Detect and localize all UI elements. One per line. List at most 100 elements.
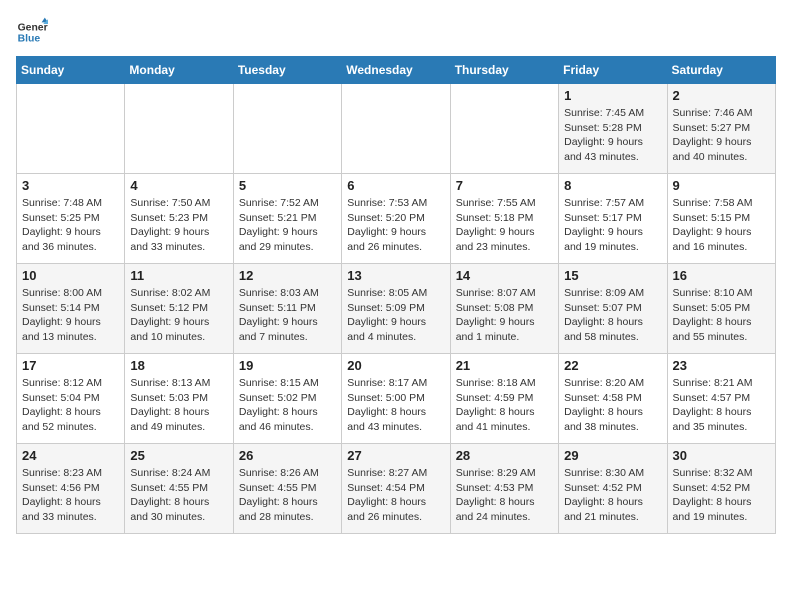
day-info: Sunrise: 8:18 AM Sunset: 4:59 PM Dayligh… [456, 376, 553, 435]
day-cell: 27 Sunrise: 8:27 AM Sunset: 4:54 PM Dayli… [342, 444, 450, 534]
day-cell: 30Sunrise: 8:32 AM Sunset: 4:52 PM Dayli… [667, 444, 775, 534]
day-cell [342, 84, 450, 174]
day-info: Sunrise: 7:46 AM Sunset: 5:27 PM Dayligh… [673, 106, 770, 165]
day-info: Sunrise: 8:27 AM Sunset: 4:54 PM Dayligh… [347, 466, 444, 525]
day-number: 22 [564, 358, 661, 373]
day-header-sunday: Sunday [17, 57, 125, 84]
day-cell: 4 Sunrise: 7:50 AM Sunset: 5:23 PM Daylig… [125, 174, 233, 264]
day-number: 24 [22, 448, 119, 463]
day-number: 14 [456, 268, 553, 283]
logo: General Blue [16, 16, 48, 48]
day-cell: 8 Sunrise: 7:57 AM Sunset: 5:17 PM Daylig… [559, 174, 667, 264]
day-info: Sunrise: 8:13 AM Sunset: 5:03 PM Dayligh… [130, 376, 227, 435]
svg-text:General: General [18, 22, 48, 33]
day-number: 27 [347, 448, 444, 463]
day-number: 10 [22, 268, 119, 283]
day-info: Sunrise: 8:12 AM Sunset: 5:04 PM Dayligh… [22, 376, 119, 435]
day-cell: 13 Sunrise: 8:05 AM Sunset: 5:09 PM Dayli… [342, 264, 450, 354]
day-cell: 16 Sunrise: 8:10 AM Sunset: 5:05 PM Dayli… [667, 264, 775, 354]
day-header-monday: Monday [125, 57, 233, 84]
day-cell: 23 Sunrise: 8:21 AM Sunset: 4:57 PM Dayli… [667, 354, 775, 444]
day-number: 21 [456, 358, 553, 373]
day-cell: 24 Sunrise: 8:23 AM Sunset: 4:56 PM Dayli… [17, 444, 125, 534]
day-info: Sunrise: 8:24 AM Sunset: 4:55 PM Dayligh… [130, 466, 227, 525]
day-info: Sunrise: 7:52 AM Sunset: 5:21 PM Dayligh… [239, 196, 336, 255]
week-row-5: 24 Sunrise: 8:23 AM Sunset: 4:56 PM Dayli… [17, 444, 776, 534]
week-row-3: 10 Sunrise: 8:00 AM Sunset: 5:14 PM Dayli… [17, 264, 776, 354]
day-header-saturday: Saturday [667, 57, 775, 84]
day-cell: 21 Sunrise: 8:18 AM Sunset: 4:59 PM Dayli… [450, 354, 558, 444]
day-number: 2 [673, 88, 770, 103]
svg-text:Blue: Blue [18, 34, 41, 45]
day-cell: 20 Sunrise: 8:17 AM Sunset: 5:00 PM Dayli… [342, 354, 450, 444]
day-number: 1 [564, 88, 661, 103]
day-info: Sunrise: 8:00 AM Sunset: 5:14 PM Dayligh… [22, 286, 119, 345]
day-number: 12 [239, 268, 336, 283]
day-number: 4 [130, 178, 227, 193]
day-info: Sunrise: 7:48 AM Sunset: 5:25 PM Dayligh… [22, 196, 119, 255]
day-cell: 25Sunrise: 8:24 AM Sunset: 4:55 PM Dayli… [125, 444, 233, 534]
day-info: Sunrise: 7:53 AM Sunset: 5:20 PM Dayligh… [347, 196, 444, 255]
day-info: Sunrise: 8:26 AM Sunset: 4:55 PM Dayligh… [239, 466, 336, 525]
day-cell [17, 84, 125, 174]
day-header-tuesday: Tuesday [233, 57, 341, 84]
day-number: 8 [564, 178, 661, 193]
day-cell: 7Sunrise: 7:55 AM Sunset: 5:18 PM Daylig… [450, 174, 558, 264]
day-number: 11 [130, 268, 227, 283]
day-cell: 26 Sunrise: 8:26 AM Sunset: 4:55 PM Dayli… [233, 444, 341, 534]
day-cell: 5 Sunrise: 7:52 AM Sunset: 5:21 PM Daylig… [233, 174, 341, 264]
header-row: SundayMondayTuesdayWednesdayThursdayFrid… [17, 57, 776, 84]
day-info: Sunrise: 8:23 AM Sunset: 4:56 PM Dayligh… [22, 466, 119, 525]
day-number: 17 [22, 358, 119, 373]
day-info: Sunrise: 8:07 AM Sunset: 5:08 PM Dayligh… [456, 286, 553, 345]
day-info: Sunrise: 7:57 AM Sunset: 5:17 PM Dayligh… [564, 196, 661, 255]
day-info: Sunrise: 7:45 AM Sunset: 5:28 PM Dayligh… [564, 106, 661, 165]
calendar-table: SundayMondayTuesdayWednesdayThursdayFrid… [16, 56, 776, 534]
day-cell: 28Sunrise: 8:29 AM Sunset: 4:53 PM Dayli… [450, 444, 558, 534]
day-info: Sunrise: 8:05 AM Sunset: 5:09 PM Dayligh… [347, 286, 444, 345]
day-info: Sunrise: 8:03 AM Sunset: 5:11 PM Dayligh… [239, 286, 336, 345]
day-cell: 14 Sunrise: 8:07 AM Sunset: 5:08 PM Dayli… [450, 264, 558, 354]
day-cell: 19Sunrise: 8:15 AM Sunset: 5:02 PM Dayli… [233, 354, 341, 444]
day-number: 19 [239, 358, 336, 373]
day-cell: 22 Sunrise: 8:20 AM Sunset: 4:58 PM Dayli… [559, 354, 667, 444]
day-cell: 18Sunrise: 8:13 AM Sunset: 5:03 PM Dayli… [125, 354, 233, 444]
day-info: Sunrise: 8:17 AM Sunset: 5:00 PM Dayligh… [347, 376, 444, 435]
day-number: 13 [347, 268, 444, 283]
week-row-4: 17 Sunrise: 8:12 AM Sunset: 5:04 PM Dayli… [17, 354, 776, 444]
day-header-friday: Friday [559, 57, 667, 84]
day-cell: 12 Sunrise: 8:03 AM Sunset: 5:11 PM Dayli… [233, 264, 341, 354]
day-cell: 3 Sunrise: 7:48 AM Sunset: 5:25 PM Daylig… [17, 174, 125, 264]
day-info: Sunrise: 8:29 AM Sunset: 4:53 PM Dayligh… [456, 466, 553, 525]
day-info: Sunrise: 8:20 AM Sunset: 4:58 PM Dayligh… [564, 376, 661, 435]
day-cell: 9Sunrise: 7:58 AM Sunset: 5:15 PM Daylig… [667, 174, 775, 264]
day-number: 6 [347, 178, 444, 193]
day-cell: 10 Sunrise: 8:00 AM Sunset: 5:14 PM Dayli… [17, 264, 125, 354]
logo-icon: General Blue [16, 16, 48, 48]
day-cell [233, 84, 341, 174]
week-row-1: 1 Sunrise: 7:45 AM Sunset: 5:28 PM Daylig… [17, 84, 776, 174]
week-row-2: 3 Sunrise: 7:48 AM Sunset: 5:25 PM Daylig… [17, 174, 776, 264]
day-info: Sunrise: 8:09 AM Sunset: 5:07 PM Dayligh… [564, 286, 661, 345]
day-info: Sunrise: 8:30 AM Sunset: 4:52 PM Dayligh… [564, 466, 661, 525]
day-number: 29 [564, 448, 661, 463]
day-info: Sunrise: 8:10 AM Sunset: 5:05 PM Dayligh… [673, 286, 770, 345]
day-info: Sunrise: 8:02 AM Sunset: 5:12 PM Dayligh… [130, 286, 227, 345]
day-number: 26 [239, 448, 336, 463]
day-number: 20 [347, 358, 444, 373]
day-info: Sunrise: 7:50 AM Sunset: 5:23 PM Dayligh… [130, 196, 227, 255]
day-cell: 11 Sunrise: 8:02 AM Sunset: 5:12 PM Dayli… [125, 264, 233, 354]
day-cell [125, 84, 233, 174]
day-number: 9 [673, 178, 770, 193]
day-info: Sunrise: 8:21 AM Sunset: 4:57 PM Dayligh… [673, 376, 770, 435]
day-number: 15 [564, 268, 661, 283]
day-number: 7 [456, 178, 553, 193]
day-cell: 15 Sunrise: 8:09 AM Sunset: 5:07 PM Dayli… [559, 264, 667, 354]
day-number: 3 [22, 178, 119, 193]
day-cell: 29 Sunrise: 8:30 AM Sunset: 4:52 PM Dayli… [559, 444, 667, 534]
day-number: 16 [673, 268, 770, 283]
day-number: 5 [239, 178, 336, 193]
day-number: 23 [673, 358, 770, 373]
day-cell: 17 Sunrise: 8:12 AM Sunset: 5:04 PM Dayli… [17, 354, 125, 444]
day-number: 30 [673, 448, 770, 463]
